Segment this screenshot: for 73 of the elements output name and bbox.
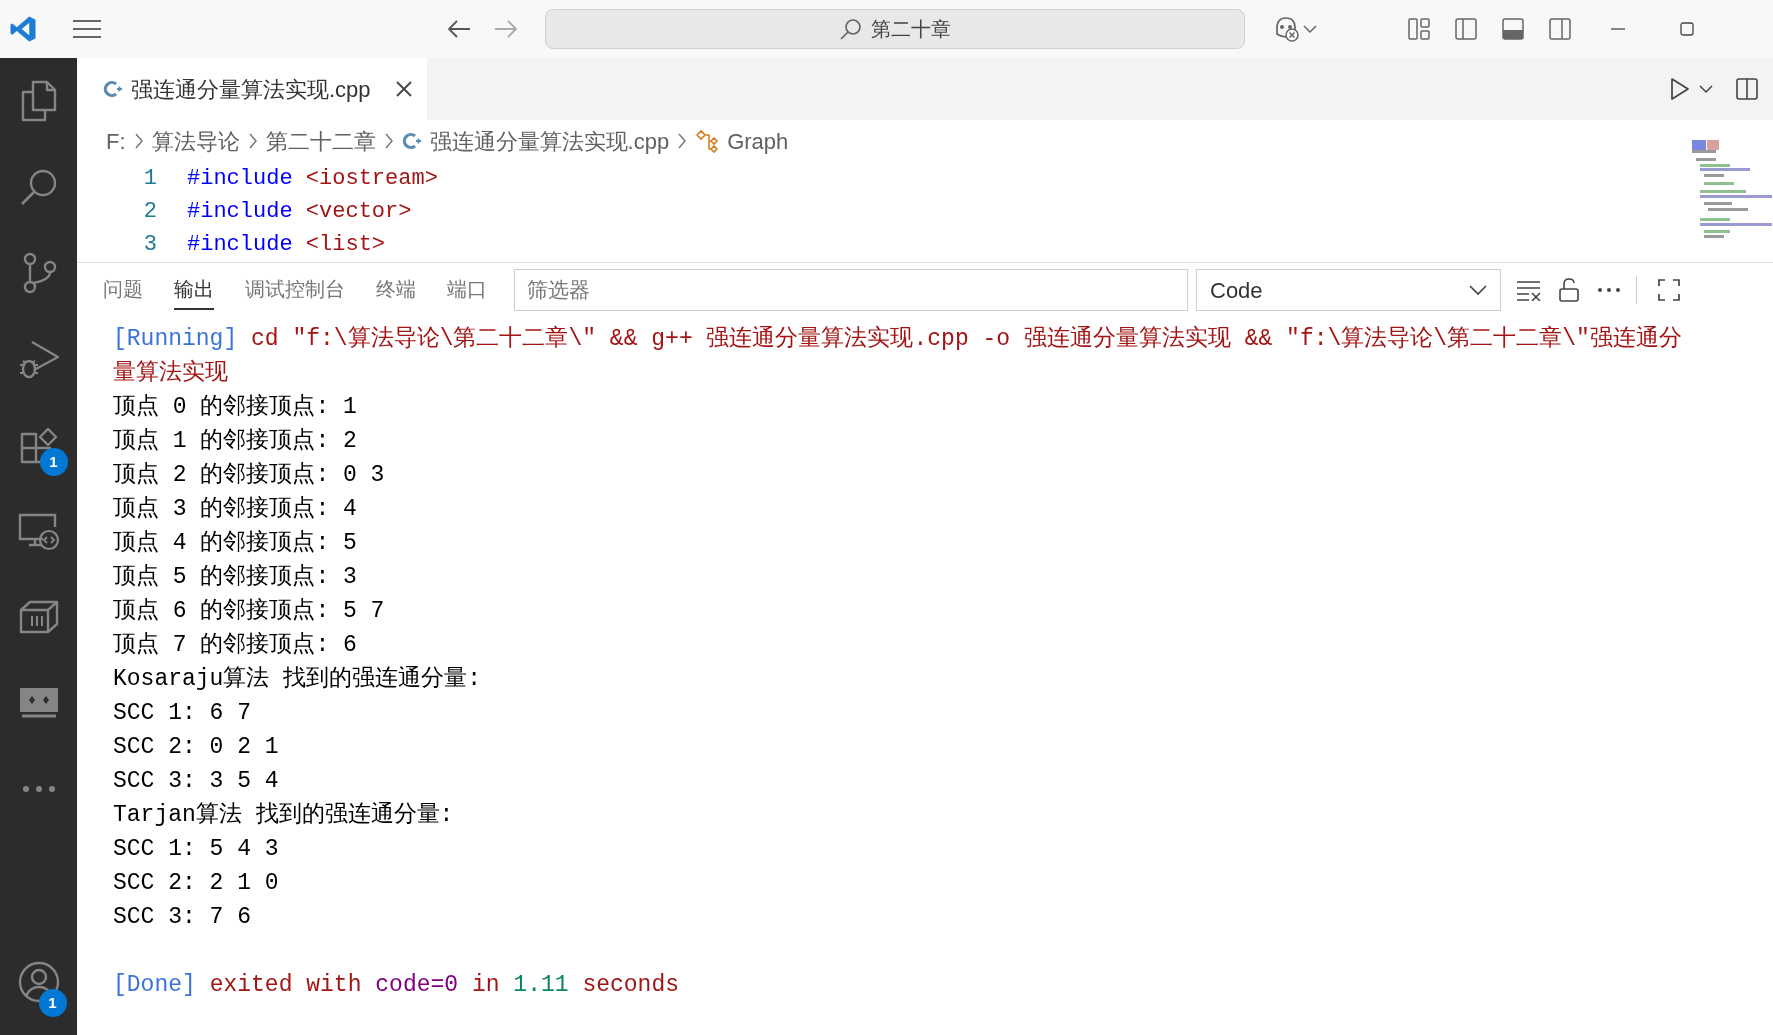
back-arrow-icon[interactable] <box>446 18 472 40</box>
output-line: 顶点 1 的邻接顶点: 2 <box>113 427 358 456</box>
output-line: 顶点 6 的邻接顶点: 5 7 <box>113 597 386 626</box>
output-line: 顶点 4 的邻接顶点: 5 <box>113 529 358 558</box>
breadcrumb-item[interactable]: 第二十二章 <box>265 124 376 158</box>
menu-icon[interactable] <box>72 18 102 40</box>
output-line: Kosaraju算法 找到的强连通分量: <box>113 665 483 694</box>
run-debug-icon[interactable] <box>17 338 60 380</box>
notification-badge: 1 <box>38 989 67 1017</box>
output-line: SCC 2: 2 1 0 <box>113 869 280 898</box>
clear-output-icon[interactable] <box>1516 279 1542 301</box>
search-icon <box>839 17 863 41</box>
output-line: [Running] cd "f:\算法导论\第二十二章\" && g++ 强连通分量算法实现.cpp -o 强连通分量算法实现 && "f:\算法导论\第二十二章\"强连通分量算法实现 <box>113 324 1683 388</box>
app-logo-icon <box>8 14 38 44</box>
secondary-sidebar-icon[interactable] <box>1548 17 1572 41</box>
breadcrumb-item[interactable]: F: <box>106 124 126 158</box>
cpp-file-icon <box>103 79 123 99</box>
forward-arrow-icon[interactable] <box>493 18 519 40</box>
breadcrumb-item[interactable]: 强连通分量算法实现.cpp <box>429 124 670 158</box>
more-icon[interactable] <box>21 785 56 793</box>
editor-tab[interactable]: 强连通分量算法实现.cpp <box>77 58 427 120</box>
line-number: 1 <box>142 165 157 193</box>
output-line: SCC 1: 6 7 <box>113 699 253 728</box>
remote-explorer-icon[interactable] <box>16 511 61 551</box>
maximize-panel-icon[interactable] <box>1657 278 1681 302</box>
chevron-down-icon[interactable] <box>1303 24 1317 34</box>
output-line: [Done] exited with code=0 in 1.11 seconds <box>113 971 680 1000</box>
output-line: SCC 3: 7 6 <box>113 903 253 932</box>
sidebar-toggle-icon[interactable] <box>1454 17 1478 41</box>
code-line: #include <vector> <box>187 198 412 226</box>
panel-tab[interactable]: 终端 <box>376 270 416 310</box>
output-channel-dropdown[interactable]: Code <box>1196 269 1501 311</box>
filter-field[interactable]: 筛选器 <box>514 269 1188 311</box>
notification-badge: 1 <box>39 448 68 476</box>
line-number: 3 <box>142 231 157 259</box>
panel-tab[interactable]: 输出 <box>174 270 214 310</box>
chevron-right-icon <box>677 132 688 150</box>
output-line: SCC 1: 5 4 3 <box>113 835 280 864</box>
remote-window-icon[interactable] <box>17 686 60 720</box>
more-actions-icon[interactable] <box>1597 287 1621 293</box>
lock-icon[interactable] <box>1558 277 1580 303</box>
panel-tab[interactable]: 调试控制台 <box>245 270 345 310</box>
cpp-file-icon <box>401 131 422 151</box>
output-line: SCC 3: 3 5 4 <box>113 767 280 796</box>
panel-toggle-icon[interactable] <box>1501 17 1525 41</box>
search-text: 第二十章 <box>871 17 951 42</box>
tab-label: 强连通分量算法实现.cpp <box>131 75 371 104</box>
split-editor-icon[interactable] <box>1735 77 1759 101</box>
close-icon[interactable] <box>394 80 413 98</box>
output-line: 顶点 2 的邻接顶点: 0 3 <box>113 461 386 490</box>
output-line: 顶点 0 的邻接顶点: 1 <box>113 393 358 422</box>
chevron-down-icon[interactable] <box>1699 84 1713 94</box>
panel-tab[interactable]: 端口 <box>447 270 487 310</box>
output-line: SCC 2: 0 2 1 <box>113 733 280 762</box>
output-line: 顶点 7 的邻接顶点: 6 <box>113 631 358 660</box>
run-icon[interactable] <box>1669 77 1691 101</box>
panel-tab[interactable]: 问题 <box>103 270 143 310</box>
chevron-right-icon <box>383 132 394 150</box>
command-search-field[interactable]: 第二十章 <box>545 9 1245 49</box>
line-number: 2 <box>142 198 157 226</box>
layout-icon[interactable] <box>1407 17 1431 41</box>
output-line: 顶点 3 的邻接顶点: 4 <box>113 495 358 524</box>
chevron-right-icon <box>247 132 258 150</box>
breadcrumb-item[interactable]: 算法导论 <box>151 124 240 158</box>
code-line: #include <list> <box>187 231 386 259</box>
output-line: Tarjan算法 找到的强连通分量: <box>113 801 455 830</box>
breadcrumb-item[interactable]: Graph <box>727 124 789 158</box>
container-icon[interactable] <box>17 598 60 636</box>
chevron-right-icon <box>133 132 144 150</box>
output-line: 顶点 5 的邻接顶点: 3 <box>113 563 358 592</box>
maximize-icon[interactable] <box>1679 21 1695 37</box>
chevron-down-icon <box>1469 284 1487 296</box>
code-line: #include <iostream> <box>187 165 438 193</box>
